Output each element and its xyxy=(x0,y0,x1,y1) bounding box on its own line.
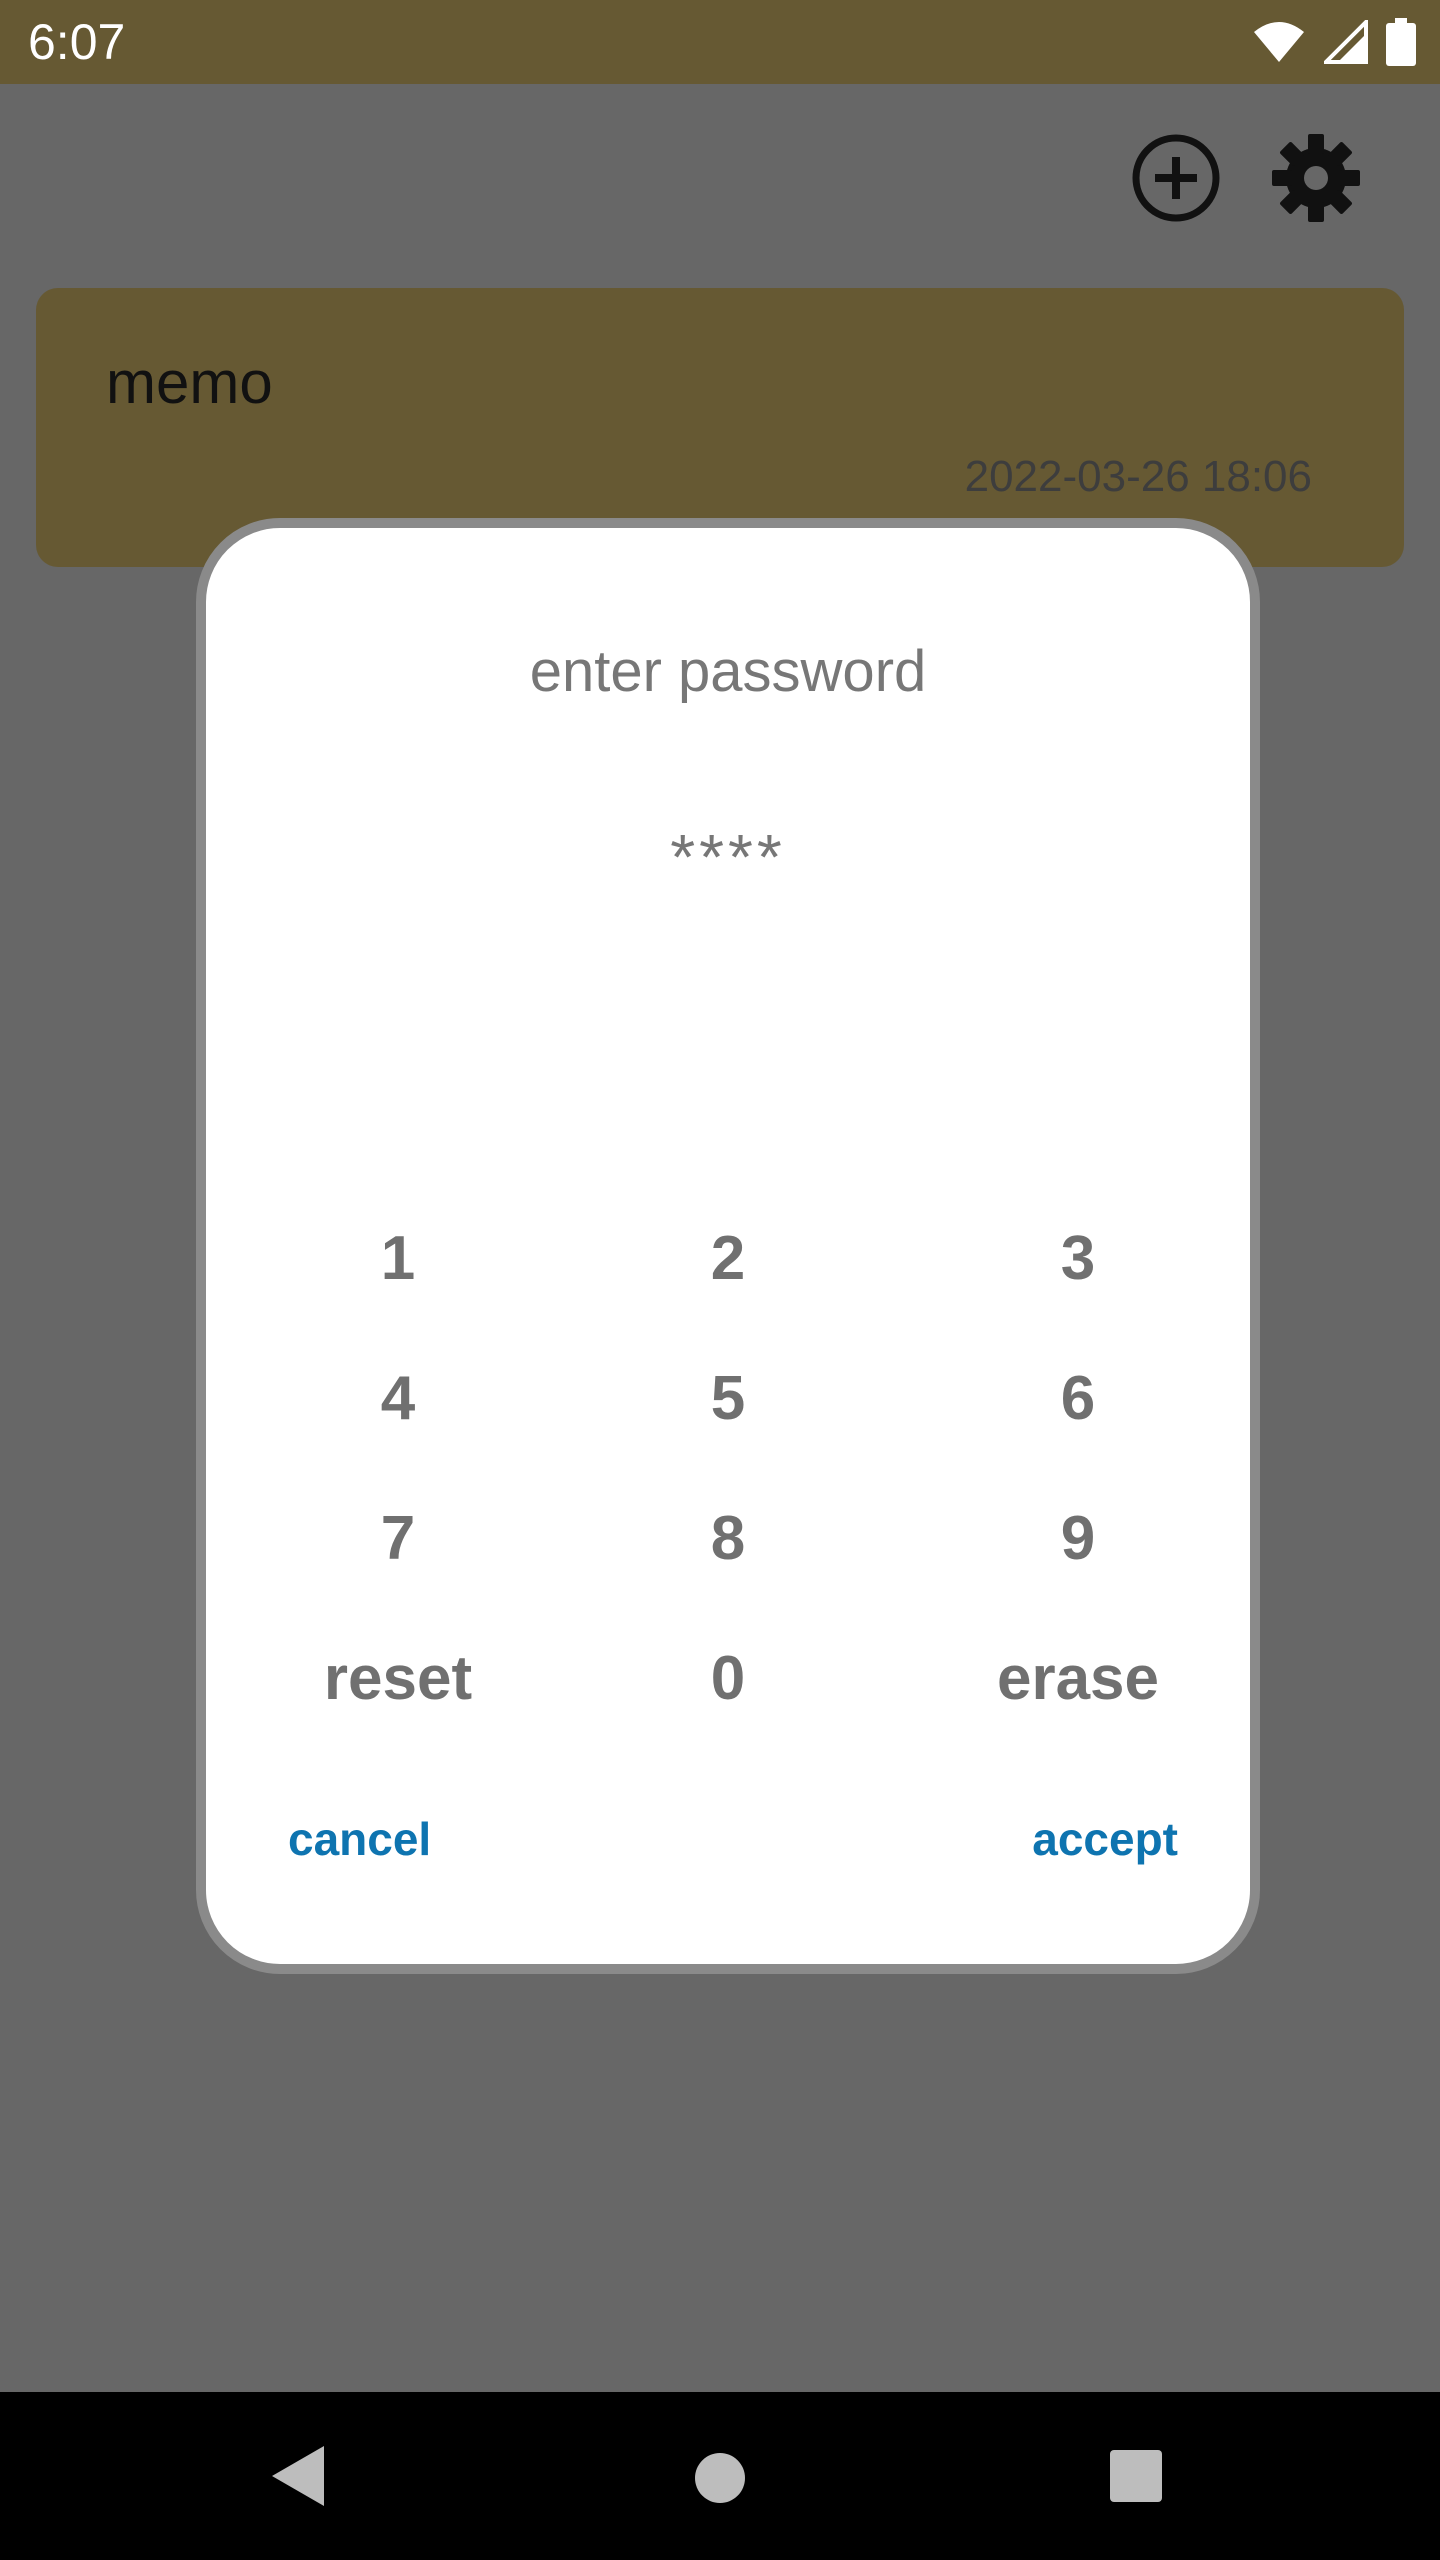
key-0[interactable]: 0 xyxy=(578,1624,878,1734)
settings-button[interactable] xyxy=(1268,130,1364,226)
memo-title: memo xyxy=(106,349,273,416)
gear-icon xyxy=(1272,134,1360,222)
key-5[interactable]: 5 xyxy=(578,1344,878,1454)
back-triangle-icon xyxy=(272,2446,324,2506)
wifi-icon xyxy=(1254,22,1304,62)
add-button[interactable] xyxy=(1128,130,1224,226)
memo-date: 2022-03-26 18:06 xyxy=(964,452,1312,501)
key-6[interactable]: 6 xyxy=(928,1344,1228,1454)
key-9[interactable]: 9 xyxy=(928,1484,1228,1594)
key-8[interactable]: 8 xyxy=(578,1484,878,1594)
battery-icon xyxy=(1386,18,1416,66)
home-circle-icon xyxy=(695,2453,745,2503)
navigation-bar xyxy=(0,2392,1440,2560)
back-button[interactable] xyxy=(268,2444,328,2513)
password-dialog: enter password **** 1 2 3 4 5 6 7 8 9 re… xyxy=(196,518,1260,1974)
password-display: **** xyxy=(670,821,786,893)
reset-button[interactable]: reset xyxy=(248,1624,548,1734)
status-icons xyxy=(1252,18,1416,66)
recents-square-icon xyxy=(1110,2450,1162,2502)
status-time: 6:07 xyxy=(28,14,126,70)
key-1[interactable]: 1 xyxy=(248,1204,548,1314)
recents-button[interactable] xyxy=(1108,2448,1164,2509)
accept-button[interactable]: accept xyxy=(1032,1812,1178,1866)
status-bar: 6:07 xyxy=(0,0,1440,84)
key-2[interactable]: 2 xyxy=(578,1204,878,1314)
erase-button[interactable]: erase xyxy=(928,1624,1228,1734)
dialog-title: enter password xyxy=(529,639,927,704)
key-7[interactable]: 7 xyxy=(248,1484,548,1594)
signal-icon xyxy=(1324,20,1368,64)
key-4[interactable]: 4 xyxy=(248,1344,548,1454)
home-button[interactable] xyxy=(694,2452,746,2509)
cancel-button[interactable]: cancel xyxy=(288,1812,431,1866)
add-circle-icon xyxy=(1132,134,1220,222)
key-3[interactable]: 3 xyxy=(928,1204,1228,1314)
